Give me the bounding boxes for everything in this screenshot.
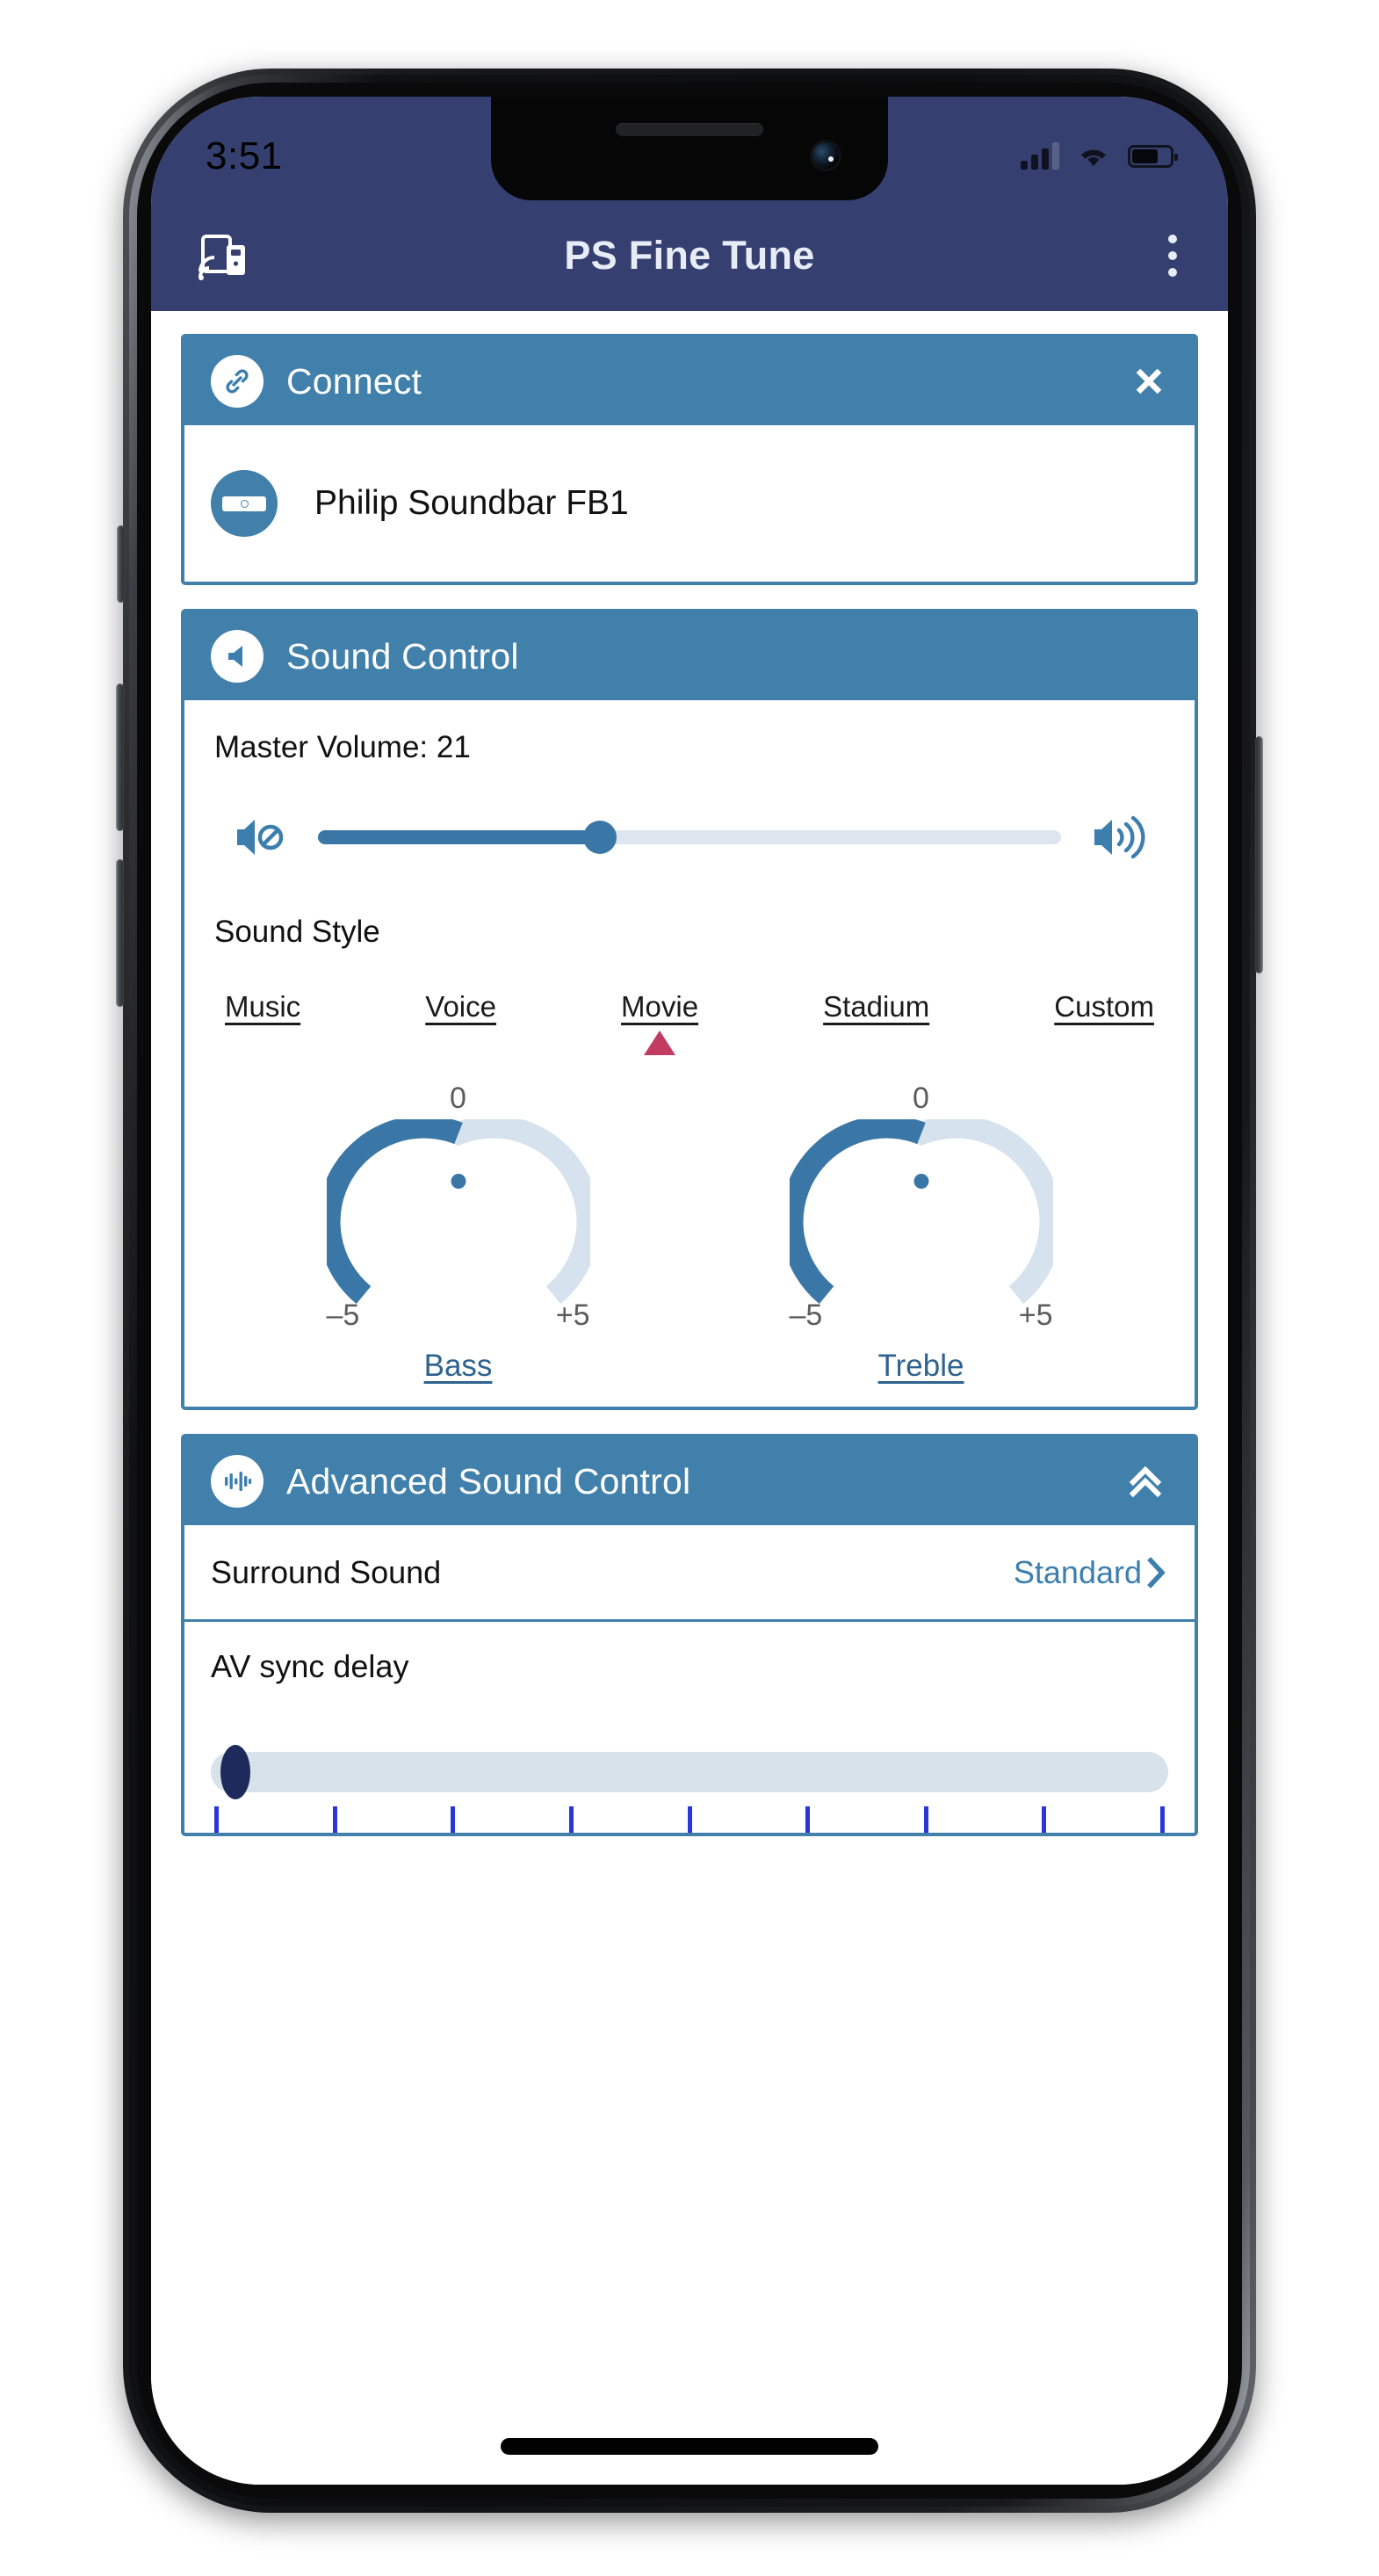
battery-icon bbox=[1128, 145, 1178, 168]
front-camera-icon bbox=[812, 142, 839, 169]
tone-knob-row: 0 –5 +5 Bass 0 –5 +5 Treble bbox=[214, 1082, 1165, 1384]
sound-control-card: Sound Control Master Volume: 21 Sound St… bbox=[181, 609, 1198, 1410]
link-icon bbox=[211, 355, 264, 408]
treble-knob-label[interactable]: Treble bbox=[878, 1349, 964, 1384]
selected-style-marker-icon bbox=[644, 1031, 676, 1055]
chevron-double-up-icon[interactable] bbox=[1123, 1458, 1168, 1504]
bass-knob-dial[interactable] bbox=[317, 1115, 599, 1305]
bass-knob-label[interactable]: Bass bbox=[424, 1349, 493, 1384]
device-name: Philip Soundbar FB1 bbox=[314, 484, 629, 522]
sound-control-body: Master Volume: 21 Sound Style Music Voic… bbox=[184, 700, 1195, 1407]
status-time: 3:51 bbox=[206, 134, 283, 177]
bass-knob[interactable]: 0 –5 +5 Bass bbox=[314, 1082, 603, 1384]
earpiece-speaker-icon bbox=[616, 123, 763, 136]
chevron-right-icon bbox=[1147, 1556, 1166, 1588]
treble-knob-value: 0 bbox=[913, 1082, 929, 1115]
surround-sound-label: Surround Sound bbox=[211, 1553, 442, 1590]
advanced-card-title: Advanced Sound Control bbox=[286, 1460, 691, 1501]
silent-switch-button[interactable] bbox=[117, 525, 125, 603]
surround-sound-value-text: Standard bbox=[1013, 1553, 1142, 1590]
soundbar-icon bbox=[211, 470, 278, 537]
av-sync-delay-thumb[interactable] bbox=[220, 1745, 250, 1799]
page-title: PS Fine Tune bbox=[564, 233, 815, 278]
treble-knob-dial[interactable] bbox=[780, 1115, 1062, 1305]
app-bar: PS Fine Tune bbox=[151, 200, 1228, 311]
master-volume-slider[interactable] bbox=[318, 821, 1061, 854]
volume-mute-icon[interactable] bbox=[234, 814, 288, 860]
cast-device-icon[interactable] bbox=[195, 228, 251, 284]
bass-knob-value: 0 bbox=[450, 1082, 466, 1115]
surround-sound-value[interactable]: Standard bbox=[1014, 1554, 1168, 1591]
sound-style-label: Sound Style bbox=[214, 915, 380, 949]
connected-device-row[interactable]: Philip Soundbar FB1 bbox=[184, 425, 1195, 582]
wifi-icon bbox=[1081, 149, 1106, 166]
status-icons bbox=[1021, 142, 1178, 170]
treble-knob[interactable]: 0 –5 +5 Treble bbox=[776, 1082, 1066, 1384]
sound-style-tab-custom[interactable]: Custom bbox=[1054, 990, 1154, 1024]
speaker-icon bbox=[211, 630, 264, 683]
sound-style-tab-music[interactable]: Music bbox=[225, 990, 300, 1024]
sound-style-tab-stadium[interactable]: Stadium bbox=[823, 990, 929, 1024]
sound-control-card-title: Sound Control bbox=[286, 635, 519, 677]
equalizer-icon bbox=[211, 1455, 264, 1508]
master-volume-label: Master Volume: 21 bbox=[214, 730, 471, 764]
sound-style-marker-row bbox=[214, 1031, 1165, 1066]
av-sync-delay-ticks bbox=[211, 1806, 1168, 1833]
surround-sound-row[interactable]: Surround Sound Standard bbox=[184, 1525, 1195, 1622]
av-sync-delay-slider[interactable] bbox=[211, 1745, 1168, 1799]
treble-knob-indicator-dot bbox=[913, 1174, 928, 1189]
volume-slider-thumb[interactable] bbox=[583, 821, 617, 854]
av-sync-delay-block: AV sync delay bbox=[184, 1622, 1195, 1833]
phone-screen: 3:51 PS Fine Tune Connect Philip Soundba… bbox=[151, 97, 1228, 2485]
sound-control-card-header: Sound Control bbox=[184, 612, 1195, 700]
volume-up-hardware-button[interactable] bbox=[116, 684, 124, 831]
home-indicator[interactable] bbox=[501, 2438, 878, 2455]
sound-style-tabs: Music Voice Movie Stadium Custom bbox=[214, 990, 1165, 1024]
volume-down-hardware-button[interactable] bbox=[116, 859, 124, 1007]
bass-knob-indicator-dot bbox=[451, 1174, 466, 1189]
sound-style-tab-movie[interactable]: Movie bbox=[621, 990, 698, 1024]
volume-high-icon[interactable] bbox=[1091, 814, 1145, 860]
connect-card-title: Connect bbox=[286, 360, 422, 402]
av-sync-delay-label: AV sync delay bbox=[211, 1648, 409, 1684]
sound-style-tab-voice[interactable]: Voice bbox=[425, 990, 496, 1024]
volume-fill bbox=[318, 830, 601, 844]
overflow-menu-icon[interactable] bbox=[1168, 235, 1177, 277]
advanced-card-header: Advanced Sound Control bbox=[184, 1437, 1195, 1525]
advanced-sound-control-card: Advanced Sound Control Surround Sound St… bbox=[181, 1434, 1198, 1836]
connect-card: Connect Philip Soundbar FB1 bbox=[181, 334, 1198, 585]
signal-bars-icon bbox=[1021, 142, 1059, 170]
connect-card-header: Connect bbox=[184, 337, 1195, 425]
phone-device: 3:51 PS Fine Tune Connect Philip Soundba… bbox=[116, 69, 1263, 2513]
power-hardware-button[interactable] bbox=[1255, 736, 1263, 973]
notch bbox=[491, 97, 888, 200]
close-icon[interactable] bbox=[1130, 362, 1168, 401]
app-content: Connect Philip Soundbar FB1 Sound Contro… bbox=[151, 311, 1228, 2485]
volume-slider-row bbox=[214, 814, 1165, 860]
